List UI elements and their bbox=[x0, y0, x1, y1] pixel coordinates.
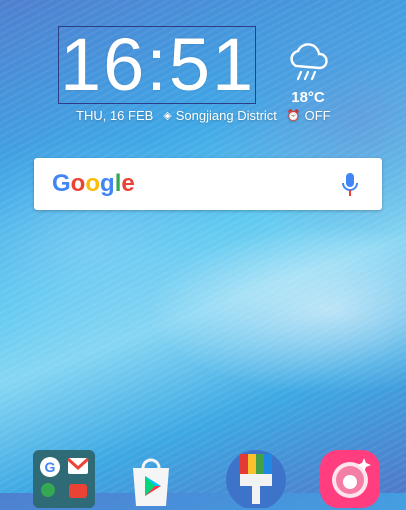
svg-text:G: G bbox=[45, 459, 56, 475]
weather-widget[interactable]: 18°C bbox=[280, 40, 336, 106]
alarm-status[interactable]: OFF bbox=[305, 108, 331, 123]
location-icon: ◈ bbox=[163, 110, 172, 122]
clock-time[interactable]: 16:51 bbox=[60, 22, 254, 108]
location-label[interactable]: Songjiang District bbox=[176, 108, 277, 123]
selfie-camera-icon[interactable] bbox=[320, 450, 380, 508]
google-folder-icon[interactable]: G bbox=[33, 450, 95, 508]
mic-icon[interactable] bbox=[340, 172, 360, 198]
google-search-bar[interactable]: Google bbox=[34, 158, 382, 210]
date-label[interactable]: THU, 16 FEB bbox=[76, 108, 153, 123]
cloud-rain-icon bbox=[290, 43, 328, 81]
alarm-icon: ⏰ bbox=[286, 110, 301, 122]
temperature-label: 18°C bbox=[291, 89, 325, 106]
google-logo: Google bbox=[52, 170, 135, 197]
clock-info-row: THU, 16 FEB ◈ Songjiang District ⏰ OFF bbox=[76, 108, 331, 123]
themes-icon[interactable] bbox=[226, 450, 286, 508]
play-store-icon[interactable] bbox=[125, 454, 177, 510]
